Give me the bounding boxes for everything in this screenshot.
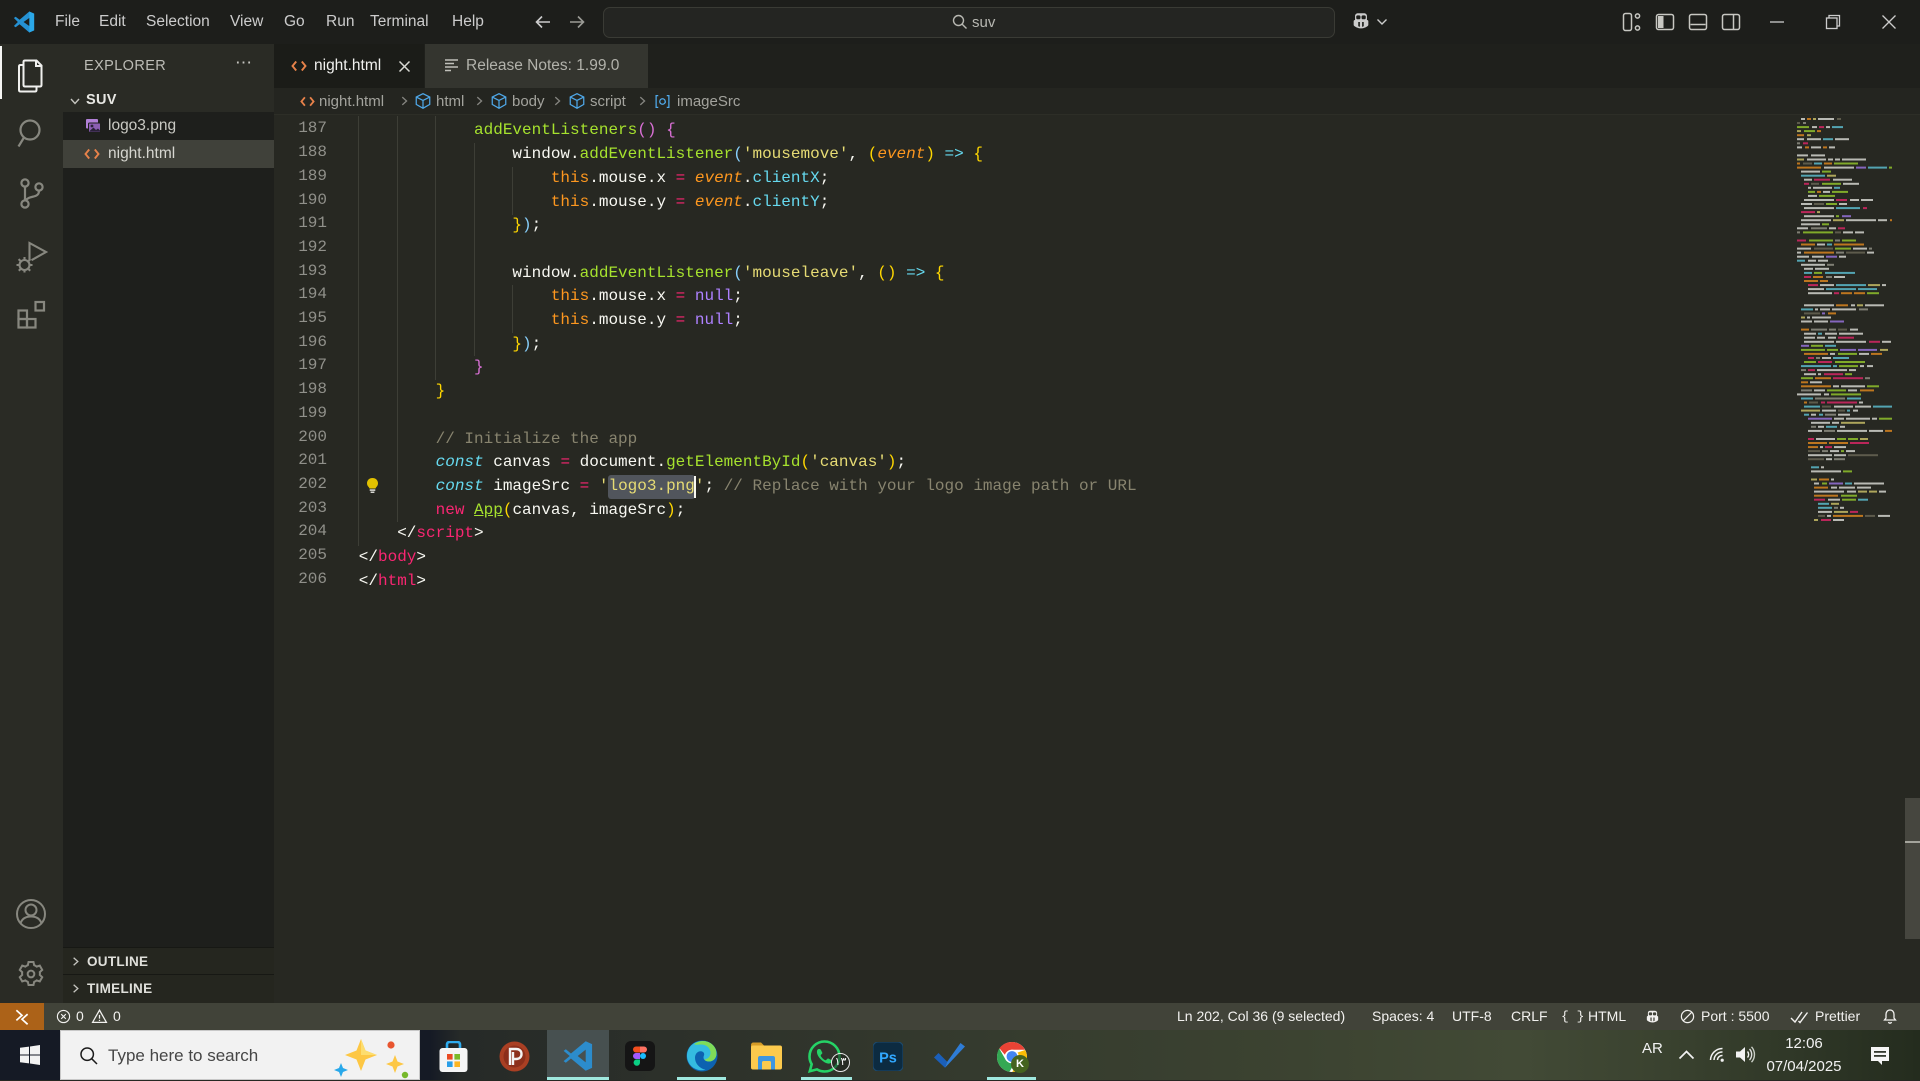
svg-text:Ps: Ps [879, 1051, 897, 1067]
